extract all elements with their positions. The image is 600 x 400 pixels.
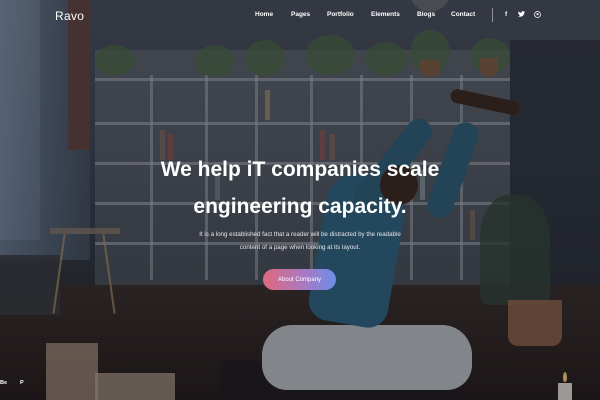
nav-elements[interactable]: Elements xyxy=(371,11,400,18)
main-nav: Home Pages Portfolio Elements Blogs Cont… xyxy=(0,11,600,23)
hero-subtext-line2: content of a page when looking at its la… xyxy=(239,244,361,251)
twitter-icon[interactable] xyxy=(518,11,525,19)
about-company-button[interactable]: About Company xyxy=(263,269,336,290)
hero-subtext-line1: It is a long established fact that a rea… xyxy=(199,231,401,238)
nav-home[interactable]: Home xyxy=(255,11,273,18)
behance-icon[interactable]: Be xyxy=(0,380,7,386)
nav-contact[interactable]: Contact xyxy=(451,11,475,18)
hero-section: Ravo Home Pages Portfolio Elements Blogs… xyxy=(0,0,600,400)
pinterest-icon[interactable]: P xyxy=(20,380,24,386)
nav-portfolio[interactable]: Portfolio xyxy=(327,11,354,18)
nav-blogs[interactable]: Blogs xyxy=(417,11,435,18)
pinterest-icon[interactable] xyxy=(534,11,541,20)
nav-pages[interactable]: Pages xyxy=(291,11,310,18)
hero-headline-line1: We help iT companies scale xyxy=(160,158,440,181)
hero-headline-line2: engineering capacity. xyxy=(193,195,407,218)
nav-divider xyxy=(492,8,493,22)
facebook-icon[interactable]: f xyxy=(505,11,507,18)
